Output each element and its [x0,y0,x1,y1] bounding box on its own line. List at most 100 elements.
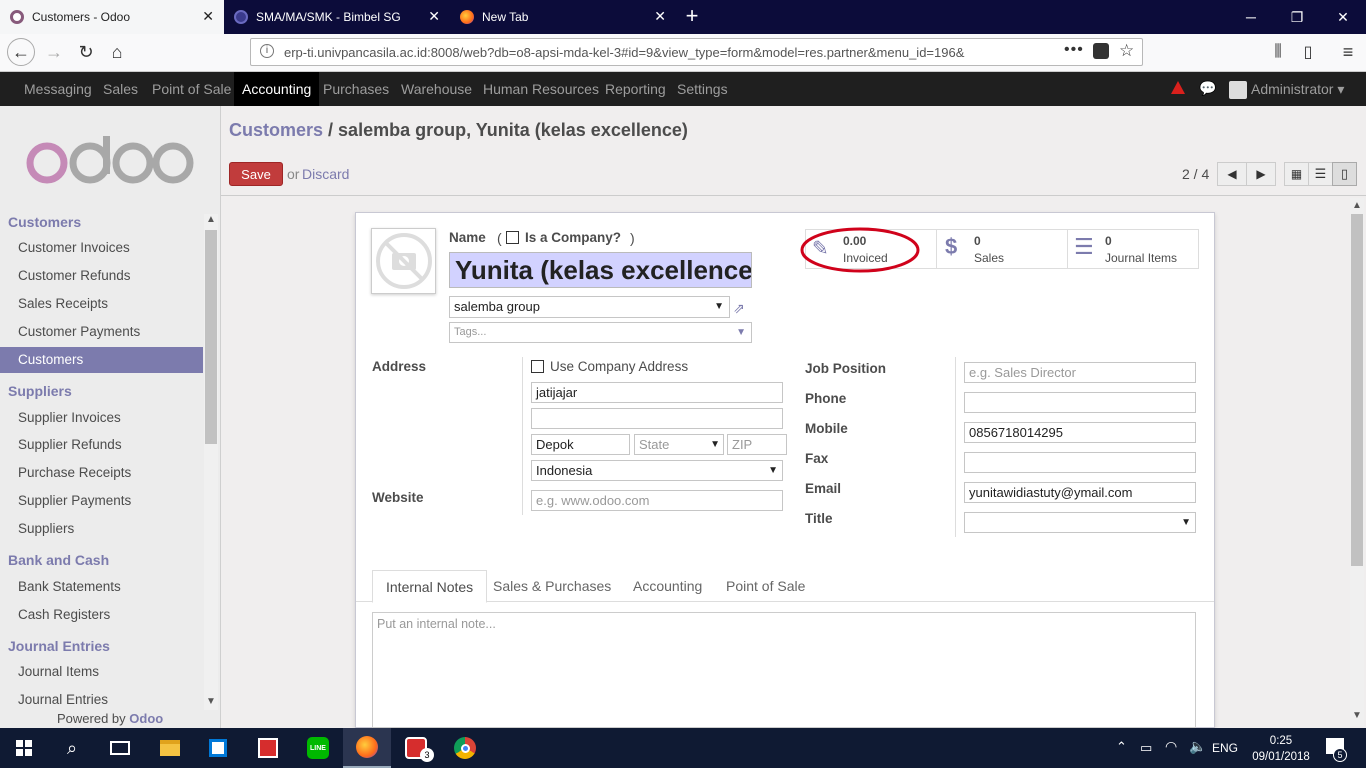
sidebar-item-bank-statements[interactable]: Bank Statements [18,579,121,594]
gift-app-icon[interactable] [244,728,292,768]
is-company-checkbox[interactable] [506,231,519,244]
language-indicator[interactable]: ENG [1212,741,1238,755]
home-icon[interactable]: ⌂ [103,38,131,66]
use-company-address-checkbox[interactable] [531,360,544,373]
new-tab-plus-icon[interactable]: + [680,4,704,30]
tray-chevron-up-icon[interactable]: ⌃ [1116,739,1127,755]
close-tab-icon[interactable]: ✕ [428,9,440,23]
menu-point-of-sale[interactable]: Point of Sale [144,72,239,106]
page-actions-icon[interactable]: ••• [1064,41,1084,59]
state-select[interactable]: State ▼ [634,434,724,455]
sidebar-item-supplier-invoices[interactable]: Supplier Invoices [18,410,121,425]
powered-by-brand[interactable]: Odoo [129,711,163,726]
close-window-icon[interactable]: ✕ [1320,0,1366,34]
menu-warehouse[interactable]: Warehouse [393,72,480,106]
sidebar-item-cash-registers[interactable]: Cash Registers [18,607,110,622]
sidebar-item-customer-refunds[interactable]: Customer Refunds [18,268,131,283]
scroll-up-icon[interactable]: ▲ [1352,200,1362,211]
search-icon[interactable]: ⌕ [48,728,96,768]
pager-previous-button[interactable]: ◀ [1217,162,1247,186]
sidebar-item-customers[interactable]: Customers [0,347,203,373]
street-input[interactable]: jatijajar [531,382,783,403]
store-icon[interactable] [194,728,242,768]
menu-purchases[interactable]: Purchases [315,72,397,106]
clock[interactable]: 0:25 09/01/2018 [1248,733,1314,765]
chrome-icon[interactable] [441,728,489,768]
menu-accounting[interactable]: Accounting [234,72,320,106]
line-app-icon[interactable]: LINE [294,728,342,768]
wifi-icon[interactable]: ◠ [1165,738,1177,755]
tab-accounting[interactable]: Accounting [620,570,715,602]
library-icon[interactable]: ⫼ [1264,38,1292,66]
sidebar-section-suppliers[interactable]: Suppliers [8,383,72,399]
browser-tab-newtab[interactable]: New Tab ✕ [450,0,676,34]
save-button[interactable]: Save [229,162,283,186]
reload-icon[interactable]: ↻ [72,38,100,66]
sidebar-item-purchase-receipts[interactable]: Purchase Receipts [18,465,131,480]
restore-icon[interactable]: ❐ [1274,0,1320,34]
internal-note-textarea[interactable]: Put an internal note... [372,612,1196,728]
sidebar-item-journal-items[interactable]: Journal Items [18,664,99,679]
job-position-input[interactable]: e.g. Sales Director [964,362,1196,383]
content-scrollbar[interactable]: ▲ ▼ [1350,198,1364,726]
minimize-icon[interactable]: ─ [1228,0,1274,34]
pager-next-button[interactable]: ▶ [1246,162,1276,186]
menu-hamburger-icon[interactable]: ≡ [1334,38,1362,66]
phone-input[interactable] [964,392,1196,413]
tags-input[interactable]: Tags... ▼ [449,322,752,343]
url-bar[interactable]: i erp-ti.univpancasila.ac.id:8008/web?db… [250,38,1143,66]
menu-settings[interactable]: Settings [669,72,736,106]
kanban-view-icon[interactable]: ▦ [1284,162,1309,186]
zip-input[interactable]: ZIP [727,434,787,455]
pocket-icon[interactable] [1093,43,1109,59]
menu-sales[interactable]: Sales [95,72,146,106]
file-explorer-icon[interactable] [146,728,194,768]
email-input[interactable]: yunitawidiastuty@ymail.com [964,482,1196,503]
back-arrow-icon[interactable]: ← [7,38,35,66]
sidebar-item-supplier-payments[interactable]: Supplier Payments [18,493,131,508]
instagram-app-icon[interactable]: 3 [392,728,440,768]
user-menu[interactable]: Administrator ▾ [1251,72,1344,106]
breadcrumb-parent[interactable]: Customers [229,120,323,140]
sidebar-item-customer-invoices[interactable]: Customer Invoices [18,240,130,255]
battery-icon[interactable]: ▭ [1140,740,1152,756]
title-select[interactable]: ▼ [964,512,1196,533]
forward-arrow-icon[interactable]: → [40,38,68,66]
journal-items-stat-button[interactable]: ☰ 0 Journal Items [1067,229,1199,269]
scrollbar-thumb[interactable] [1351,214,1363,566]
street2-input[interactable] [531,408,783,429]
volume-icon[interactable]: 🔈 [1189,738,1206,755]
list-view-icon[interactable]: ☰ [1308,162,1333,186]
scrollbar-thumb[interactable] [205,230,217,444]
info-icon[interactable]: i [260,44,274,58]
browser-tab-bimbel[interactable]: SMA/MA/SMK - Bimbel SG ✕ [224,0,450,34]
sidebar-scrollbar[interactable]: ▲ ▼ [204,214,218,710]
name-input[interactable]: Yunita (kelas excellence [449,252,752,288]
sidebar-item-journal-entries[interactable]: Journal Entries [18,692,108,707]
menu-human-resources[interactable]: Human Resources [475,72,607,106]
discard-button[interactable]: Discard [302,166,349,182]
tab-internal-notes[interactable]: Internal Notes [372,570,488,603]
city-input[interactable]: Depok [531,434,630,455]
menu-messaging[interactable]: Messaging [16,72,100,106]
browser-tab-odoo[interactable]: Customers - Odoo ✕ [0,0,224,34]
chat-icon[interactable]: 💬 [1199,80,1216,97]
scroll-up-icon[interactable]: ▲ [206,214,216,225]
close-tab-icon[interactable]: ✕ [202,9,214,23]
scroll-down-icon[interactable]: ▼ [206,696,216,707]
sidebar-section-customers[interactable]: Customers [8,214,81,230]
task-view-icon[interactable] [96,728,144,768]
partner-image[interactable] [371,228,436,294]
sidebar-item-suppliers[interactable]: Suppliers [18,521,74,536]
website-input[interactable]: e.g. www.odoo.com [531,490,783,511]
bookmark-star-icon[interactable]: ☆ [1119,41,1134,61]
fax-input[interactable] [964,452,1196,473]
sidebar-item-supplier-refunds[interactable]: Supplier Refunds [18,437,122,452]
sidebar-section-journal-entries[interactable]: Journal Entries [8,638,110,654]
external-link-icon[interactable]: ⇗ [733,300,749,316]
sidebar-toggle-icon[interactable]: ▯ [1294,38,1322,66]
sidebar-section-bank-and-cash[interactable]: Bank and Cash [8,552,109,568]
scroll-down-icon[interactable]: ▼ [1352,710,1362,721]
close-tab-icon[interactable]: ✕ [654,9,666,23]
firefox-taskbar-icon[interactable] [343,728,391,768]
